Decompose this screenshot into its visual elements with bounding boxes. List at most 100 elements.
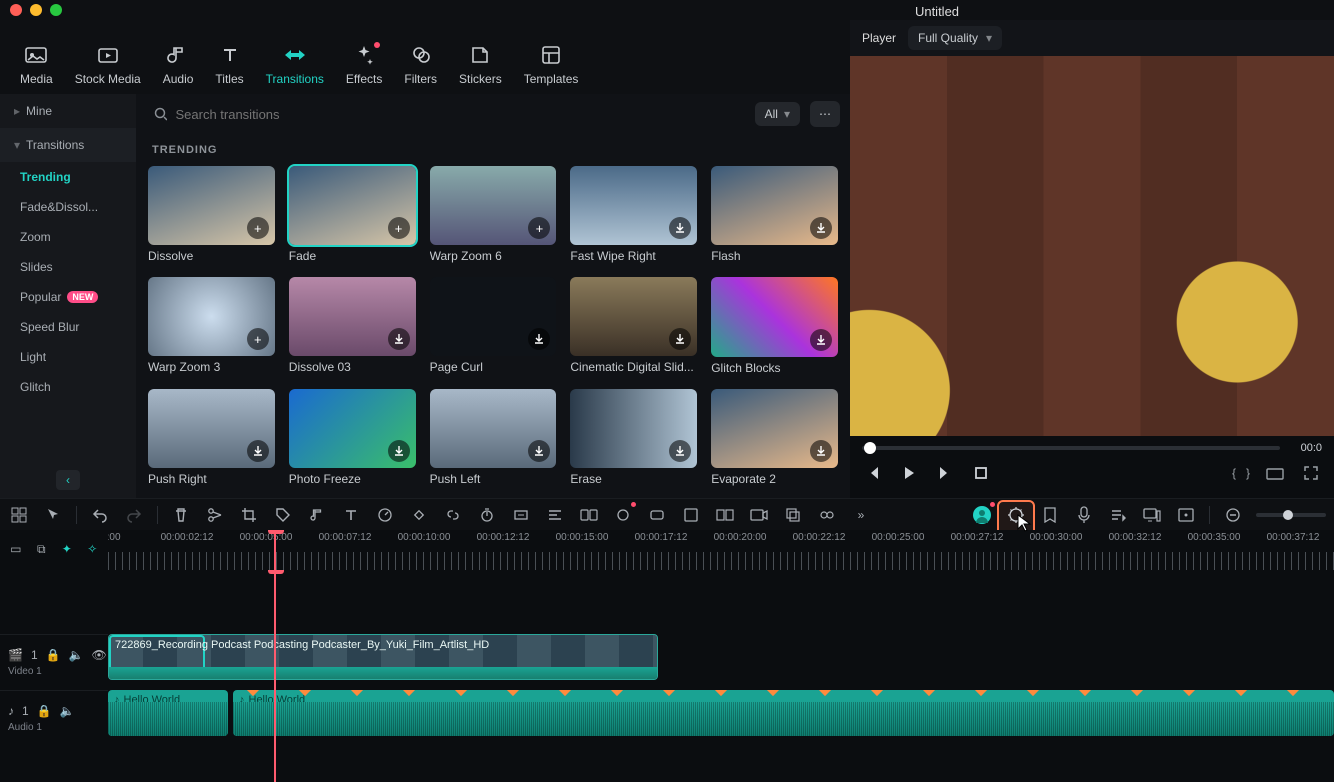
sidebar-item-fade[interactable]: Fade&Dissol...: [0, 192, 136, 222]
stack-button[interactable]: [714, 504, 736, 526]
tab-templates[interactable]: Templates: [524, 44, 579, 86]
scrub-handle[interactable]: [864, 442, 876, 454]
download-icon[interactable]: [388, 440, 410, 462]
playhead[interactable]: [274, 530, 276, 570]
beat-marker[interactable]: [610, 690, 624, 696]
beat-marker[interactable]: [974, 690, 988, 696]
transition-thumb[interactable]: [148, 389, 275, 468]
timeline-snap-button[interactable]: ✦: [59, 538, 75, 560]
convert-button[interactable]: [578, 504, 600, 526]
transition-card[interactable]: Glitch Blocks: [711, 277, 838, 374]
transition-thumb[interactable]: +: [430, 166, 557, 245]
clip-button[interactable]: [680, 504, 702, 526]
record-button[interactable]: [612, 504, 634, 526]
filter-all-dropdown[interactable]: All ▾: [755, 102, 800, 126]
transition-thumb[interactable]: [711, 389, 838, 468]
timeline-ruler[interactable]: 00:0000:00:02:1200:00:05:0000:00:07:1200…: [108, 530, 1334, 570]
player-scrubber[interactable]: 00:0: [862, 442, 1322, 454]
beat-marker[interactable]: [506, 690, 520, 696]
transition-card[interactable]: Fast Wipe Right: [570, 166, 697, 263]
music-button[interactable]: [306, 504, 328, 526]
audio-clip-b[interactable]: ♪Hello World: [233, 690, 1334, 736]
queue-button[interactable]: [1107, 504, 1129, 526]
transition-thumb[interactable]: [711, 166, 838, 245]
speed-button[interactable]: [374, 504, 396, 526]
beat-marker[interactable]: [350, 690, 364, 696]
beat-marker[interactable]: [714, 690, 728, 696]
stop-button[interactable]: [970, 462, 992, 484]
copy-button[interactable]: [782, 504, 804, 526]
zoom-out-button[interactable]: [1222, 504, 1244, 526]
tab-stickers[interactable]: Stickers: [459, 44, 502, 86]
transition-thumb[interactable]: [711, 277, 838, 356]
beat-marker[interactable]: [1130, 690, 1144, 696]
timeline-magnet-button[interactable]: ⧉: [34, 538, 50, 560]
text-button[interactable]: [340, 504, 362, 526]
tab-titles[interactable]: Titles: [215, 44, 243, 86]
fit-button[interactable]: [510, 504, 532, 526]
bookmark-button[interactable]: [1039, 504, 1061, 526]
download-icon[interactable]: [669, 440, 691, 462]
tab-stock-media[interactable]: Stock Media: [75, 44, 141, 86]
sidebar-item-popular[interactable]: PopularNEW: [0, 282, 136, 312]
download-icon[interactable]: [810, 217, 832, 239]
audio-clip-a[interactable]: ♪Hello World: [108, 690, 228, 736]
lock-icon[interactable]: 🔒: [37, 704, 52, 718]
ai-tool-button[interactable]: [1005, 504, 1027, 526]
group-button[interactable]: [646, 504, 668, 526]
mark-out-button[interactable]: }: [1246, 466, 1250, 480]
transition-thumb[interactable]: [570, 277, 697, 356]
video-clip[interactable]: 722869_Recording Podcast Podcasting Podc…: [108, 634, 658, 680]
next-frame-button[interactable]: [934, 462, 956, 484]
undo-button[interactable]: [89, 504, 111, 526]
overflow-button[interactable]: »: [850, 504, 872, 526]
download-icon[interactable]: [528, 440, 550, 462]
redo-button[interactable]: [123, 504, 145, 526]
sidebar-item-slides[interactable]: Slides: [0, 252, 136, 282]
transition-card[interactable]: Flash: [711, 166, 838, 263]
beat-marker[interactable]: [558, 690, 572, 696]
transition-card[interactable]: Erase: [570, 389, 697, 486]
download-icon[interactable]: [669, 217, 691, 239]
transition-card[interactable]: Push Right: [148, 389, 275, 486]
sidebar-collapse-button[interactable]: ‹: [56, 470, 80, 490]
scrub-track[interactable]: [862, 446, 1280, 450]
quality-dropdown[interactable]: Full Quality ▾: [908, 26, 1002, 50]
timeline-tracks[interactable]: 722869_Recording Podcast Podcasting Podc…: [108, 570, 1334, 782]
device-button[interactable]: [1141, 504, 1163, 526]
transition-card[interactable]: Evaporate 2: [711, 389, 838, 486]
mic-button[interactable]: [1073, 504, 1095, 526]
beat-marker[interactable]: [662, 690, 676, 696]
transition-thumb[interactable]: [430, 389, 557, 468]
beat-marker[interactable]: [818, 690, 832, 696]
tab-filters[interactable]: Filters: [404, 44, 437, 86]
crop-button[interactable]: [238, 504, 260, 526]
download-icon[interactable]: [810, 440, 832, 462]
sidebar-item-speedblur[interactable]: Speed Blur: [0, 312, 136, 342]
keyframe-button[interactable]: [408, 504, 430, 526]
audio-track-head[interactable]: ♪1 🔒 🔈 Audio 1: [0, 690, 108, 746]
sidebar-mine[interactable]: ▸ Mine: [0, 94, 136, 128]
tag-button[interactable]: [272, 504, 294, 526]
beat-marker[interactable]: [1234, 690, 1248, 696]
frame-button[interactable]: [1175, 504, 1197, 526]
download-icon[interactable]: [669, 328, 691, 350]
sidebar-item-glitch[interactable]: Glitch: [0, 372, 136, 402]
transition-card[interactable]: Photo Freeze: [289, 389, 416, 486]
transition-thumb[interactable]: +: [289, 166, 416, 245]
tab-effects[interactable]: Effects: [346, 44, 382, 86]
more-menu-button[interactable]: ⋯: [810, 101, 840, 127]
snapshot-button[interactable]: [1264, 462, 1286, 484]
add-icon[interactable]: +: [247, 217, 269, 239]
delete-button[interactable]: [170, 504, 192, 526]
transition-thumb[interactable]: [570, 389, 697, 468]
tool-layout-button[interactable]: [8, 504, 30, 526]
window-zoom-button[interactable]: [50, 4, 62, 16]
beat-marker[interactable]: [766, 690, 780, 696]
beat-marker[interactable]: [870, 690, 884, 696]
fullscreen-button[interactable]: [1300, 462, 1322, 484]
window-close-button[interactable]: [10, 4, 22, 16]
transition-card[interactable]: +Warp Zoom 3: [148, 277, 275, 374]
transition-card[interactable]: Dissolve 03: [289, 277, 416, 374]
link-button[interactable]: [442, 504, 464, 526]
